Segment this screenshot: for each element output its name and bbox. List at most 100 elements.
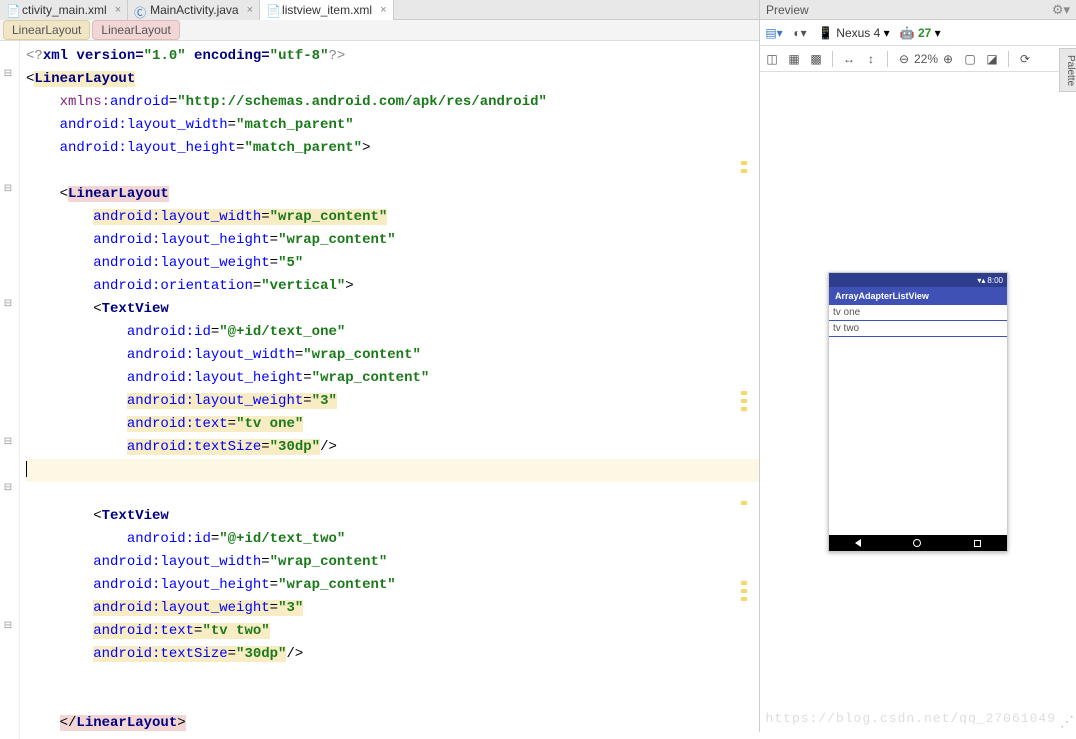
- fold-icon[interactable]: ⊟: [2, 436, 14, 448]
- tab-label: listview_item.xml: [282, 3, 372, 17]
- xml-decl: xml version=: [43, 48, 144, 64]
- lt: <: [60, 186, 68, 202]
- recents-icon: [974, 540, 981, 547]
- status-bar: ▾▴ 8:00: [829, 273, 1007, 287]
- warning-marker[interactable]: [741, 169, 747, 173]
- tag: LinearLayout: [34, 71, 135, 87]
- refresh-icon[interactable]: ⟳: [1017, 51, 1033, 67]
- eq: =: [261, 439, 269, 455]
- list-item: tv two: [829, 321, 1007, 337]
- breadcrumb-item[interactable]: LinearLayout: [3, 20, 90, 40]
- selfclose: />: [320, 439, 337, 455]
- warning-marker[interactable]: [741, 597, 747, 601]
- attr: android: [110, 94, 169, 110]
- zoom-out-icon[interactable]: ⊖: [896, 51, 912, 67]
- xml-decl: <?: [26, 48, 43, 64]
- str: "5": [278, 255, 303, 271]
- warning-marker[interactable]: [741, 581, 747, 585]
- preview-toolbar-row2: ◫ ▦ ▩ ↔ ↕ ⊖ 22% ⊕ ▢ ◪ ⟳: [760, 46, 1076, 72]
- tag: TextView: [102, 508, 169, 524]
- list-item: tv one: [829, 305, 1007, 321]
- code-body[interactable]: <?xml version="1.0" encoding="utf-8"?> <…: [20, 41, 759, 739]
- theme-icon[interactable]: ▦: [786, 51, 802, 67]
- editor-tabs: 📄 ctivity_main.xml × Ⓒ MainActivity.java…: [0, 0, 759, 20]
- separator: [887, 51, 888, 67]
- breadcrumb-item[interactable]: LinearLayout: [92, 20, 179, 40]
- phone-body: tv one tv two: [829, 305, 1007, 535]
- nav-bar: [829, 535, 1007, 551]
- tag: LinearLayout: [76, 715, 177, 731]
- back-icon: [855, 539, 861, 547]
- attr: android:layout_width: [93, 209, 261, 225]
- marker-strip: [741, 41, 747, 739]
- tab-label: ctivity_main.xml: [22, 3, 107, 17]
- attr: android:layout_width: [93, 554, 261, 570]
- zoom-in-icon[interactable]: ⊕: [940, 51, 956, 67]
- eq: =: [270, 600, 278, 616]
- gear-icon[interactable]: ⚙▾: [1052, 2, 1070, 18]
- str: "wrap_content": [278, 232, 396, 248]
- str: "vertical": [261, 278, 345, 294]
- str: "wrap_content": [312, 370, 430, 386]
- str: "wrap_content": [303, 347, 421, 363]
- str: "wrap_content": [278, 577, 396, 593]
- layers-icon[interactable]: ▤▾: [766, 25, 782, 41]
- fold-icon[interactable]: ⊟: [2, 620, 14, 632]
- warning-marker[interactable]: [741, 589, 747, 593]
- app-bar: ArrayAdapterListView: [829, 287, 1007, 305]
- str: "tv one": [236, 416, 303, 432]
- eq: =: [295, 347, 303, 363]
- close-icon[interactable]: ×: [247, 4, 253, 16]
- device-selector[interactable]: 📱 Nexus 4 ▾: [818, 26, 890, 40]
- variant-icon[interactable]: ▩: [808, 51, 824, 67]
- code-editor[interactable]: ⊟ ⊟ ⊟ ⊟ ⊟ ⊟ <?xml version="1.0" encoding…: [0, 41, 759, 739]
- pan-v-icon[interactable]: ↕: [863, 51, 879, 67]
- close-icon[interactable]: ×: [380, 4, 386, 16]
- attr: android:layout_height: [93, 577, 269, 593]
- warning-marker[interactable]: [741, 161, 747, 165]
- device-preview: ▾▴ 8:00 ArrayAdapterListView tv one tv t…: [828, 272, 1008, 552]
- str: "@+id/text_two": [219, 531, 345, 547]
- close-icon[interactable]: ×: [115, 4, 121, 16]
- tag: TextView: [102, 301, 169, 317]
- fold-icon[interactable]: ⊟: [2, 68, 14, 80]
- attr: android:id: [127, 324, 211, 340]
- gutter: ⊟ ⊟ ⊟ ⊟ ⊟ ⊟: [0, 41, 20, 739]
- attr: android:layout_height: [127, 370, 303, 386]
- device-frame-icon[interactable]: ◪: [984, 51, 1000, 67]
- fold-icon[interactable]: ⊟: [2, 183, 14, 195]
- tag: LinearLayout: [68, 186, 169, 202]
- separator: [1008, 51, 1009, 67]
- pan-h-icon[interactable]: ↔: [841, 51, 857, 67]
- str: "30dp": [236, 646, 286, 662]
- str: "wrap_content": [270, 554, 388, 570]
- attr: android:text: [127, 416, 228, 432]
- warning-marker[interactable]: [741, 407, 747, 411]
- eq: =: [253, 278, 261, 294]
- str: "@+id/text_one": [219, 324, 345, 340]
- tab-mainactivity[interactable]: Ⓒ MainActivity.java ×: [128, 0, 260, 20]
- api-selector[interactable]: 🤖 27 ▾: [900, 26, 941, 40]
- tab-activity-main[interactable]: 📄 ctivity_main.xml ×: [0, 0, 128, 20]
- attr: android:orientation: [93, 278, 253, 294]
- app-title: ArrayAdapterListView: [835, 291, 929, 301]
- editor-pane: 📄 ctivity_main.xml × Ⓒ MainActivity.java…: [0, 0, 760, 732]
- warning-marker[interactable]: [741, 399, 747, 403]
- fold-icon[interactable]: ⊟: [2, 298, 14, 310]
- attr: android:text: [93, 623, 194, 639]
- attr: android:layout_height: [93, 232, 269, 248]
- resize-grip-icon[interactable]: ⋰: [1060, 713, 1074, 730]
- warning-marker[interactable]: [741, 391, 747, 395]
- attr: encoding=: [186, 48, 270, 64]
- xml-decl: ?>: [328, 48, 345, 64]
- fold-icon[interactable]: ⊟: [2, 482, 14, 494]
- tab-listview-item[interactable]: 📄 listview_item.xml ×: [260, 0, 393, 20]
- eq: =: [270, 255, 278, 271]
- preview-canvas[interactable]: ▾▴ 8:00 ArrayAdapterListView tv one tv t…: [760, 72, 1076, 732]
- palette-icon[interactable]: ◫: [764, 51, 780, 67]
- warning-marker[interactable]: [741, 501, 747, 505]
- fit-icon[interactable]: ▢: [962, 51, 978, 67]
- orientation-icon[interactable]: ◐▾: [792, 25, 808, 41]
- tab-label: MainActivity.java: [150, 3, 238, 17]
- eq: =: [261, 209, 269, 225]
